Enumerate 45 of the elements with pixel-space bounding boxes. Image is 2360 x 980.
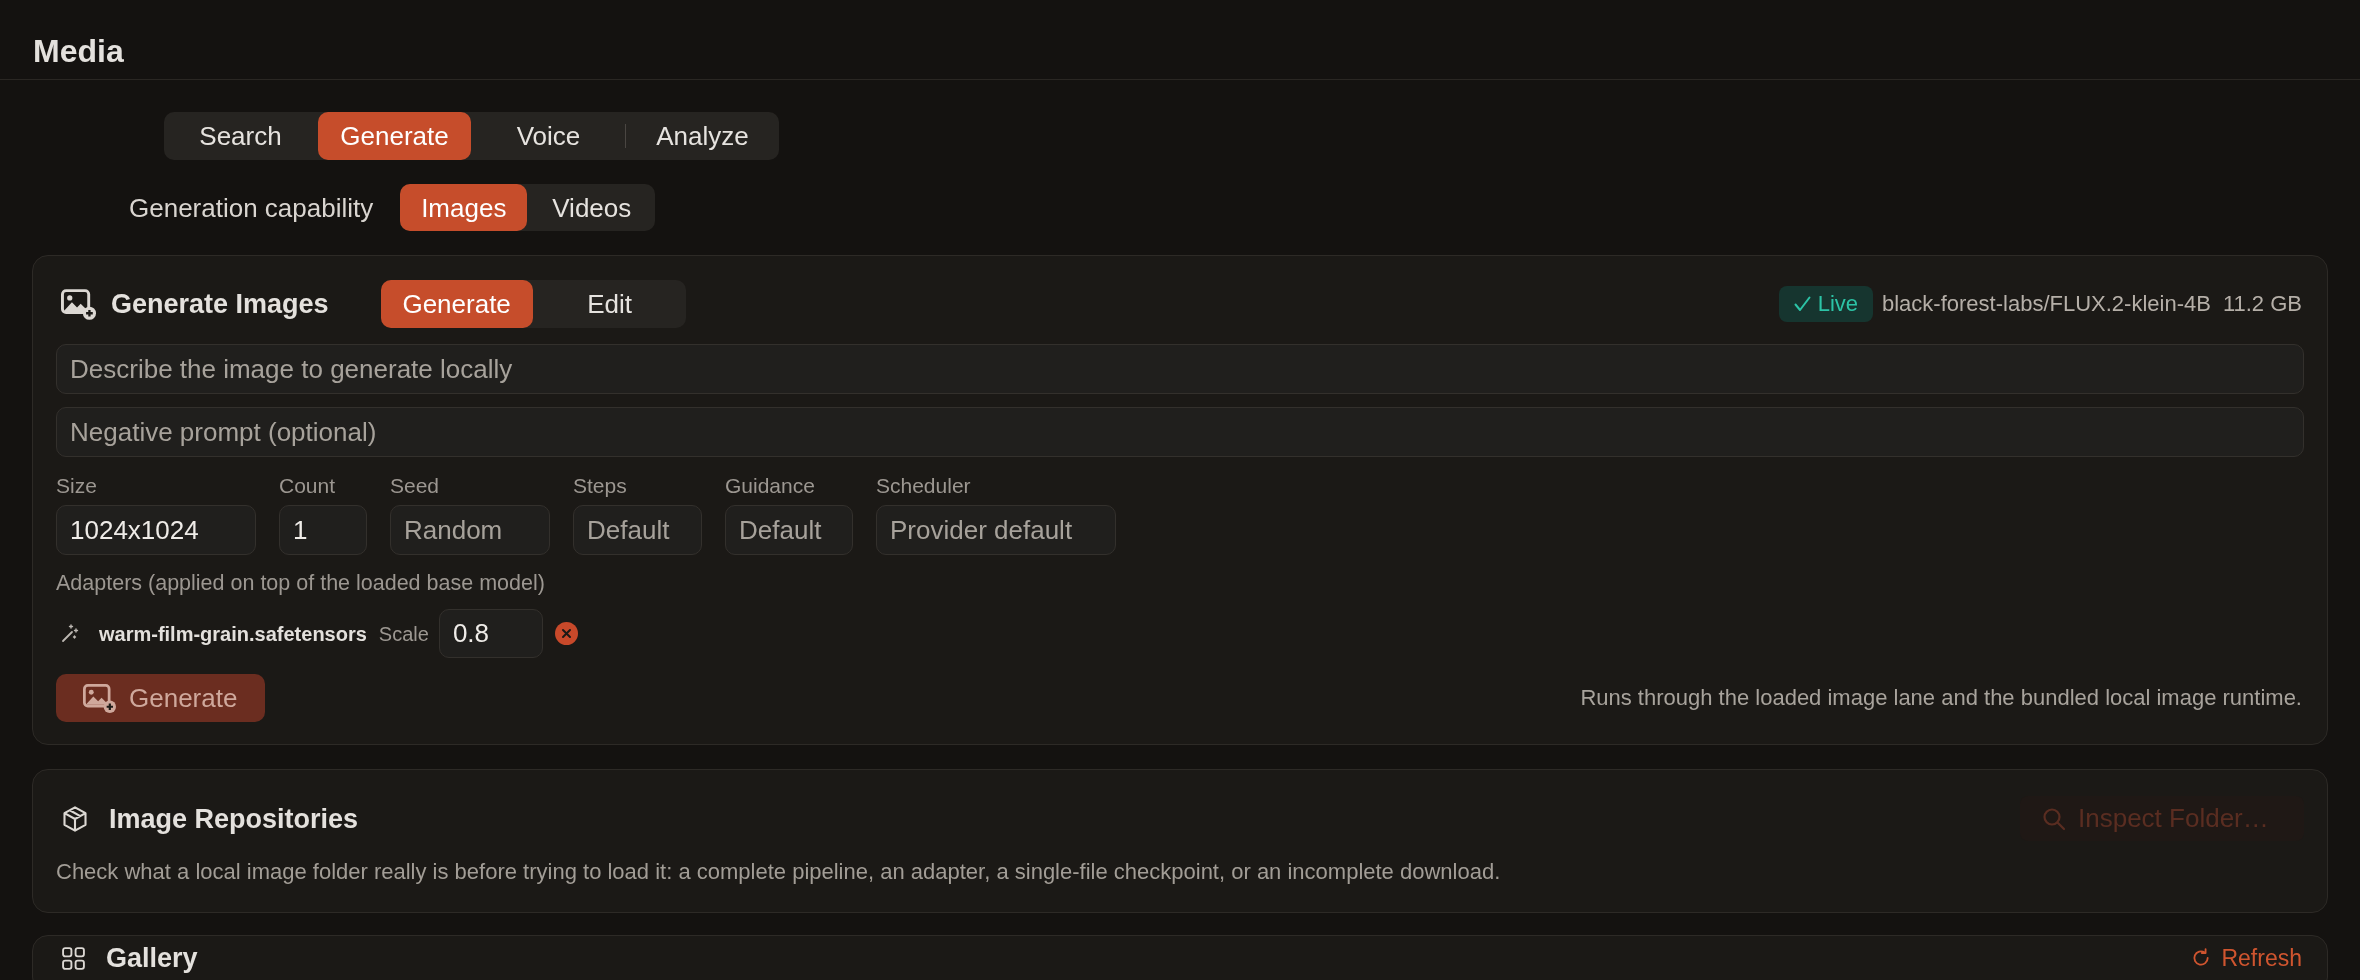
mode-tab[interactable]: Generate xyxy=(318,112,471,160)
mode-tab[interactable]: Analyze xyxy=(626,112,779,160)
model-name: black-forest-labs/FLUX.2-klein-4B xyxy=(1882,291,2211,317)
field-label: Count xyxy=(279,474,336,498)
capability-label: Generation capability xyxy=(129,192,374,223)
image-plus-icon xyxy=(61,288,96,320)
prompt-field[interactable]: Describe the image to generate locally xyxy=(56,344,2304,394)
search-icon xyxy=(2042,806,2066,831)
field-label: Guidance xyxy=(725,474,815,498)
mode-option[interactable]: Edit xyxy=(533,280,686,328)
capability-option[interactable]: Images xyxy=(400,184,528,231)
description-text: Check what a local image folder really is before trying to load it: a complete pipeline, an adapter, a single-file checkpoint, or an incomplete download. xyxy=(56,860,1501,884)
param-field[interactable]: Default xyxy=(573,505,702,555)
panel-title: Image Repositories xyxy=(109,802,359,835)
mode-tab[interactable]: Voice xyxy=(472,112,625,160)
mode-option[interactable]: Generate xyxy=(380,280,533,328)
page-title: Media xyxy=(33,33,124,69)
adapter-name: warm-film-grain.safetensors xyxy=(99,621,367,646)
field-label: Steps xyxy=(573,474,627,498)
status-label: Live xyxy=(1817,291,1858,317)
hint-text: Runs through the loaded image lane and the bundled local image runtime. xyxy=(1580,685,2302,711)
scale-label: Scale xyxy=(378,621,429,646)
image-plus-icon xyxy=(83,683,116,713)
remove-icon[interactable] xyxy=(554,622,578,645)
field-label: Scheduler xyxy=(876,474,971,498)
param-field[interactable]: Provider default xyxy=(876,505,1116,555)
cube-icon xyxy=(61,804,89,833)
param-field[interactable]: 1 xyxy=(279,505,367,555)
field-label: Seed xyxy=(390,474,440,498)
adapters-label: Adapters (applied on top of the loaded base model) xyxy=(56,571,545,595)
param-field[interactable]: Default xyxy=(725,505,853,555)
field-label: Size xyxy=(56,474,97,498)
refresh-button[interactable]: Refresh xyxy=(2191,944,2302,972)
param-field[interactable]: Random xyxy=(390,505,550,555)
param-field[interactable]: 1024x1024 xyxy=(56,505,256,555)
check-icon xyxy=(1793,296,1811,312)
scale-field[interactable]: 0.8 xyxy=(438,609,543,658)
capability-option[interactable]: Videos xyxy=(528,184,656,231)
panel-title: Generate Images xyxy=(111,288,329,320)
wand-icon xyxy=(59,623,79,644)
mode-tab[interactable]: Search xyxy=(164,112,317,160)
negative-prompt-field[interactable]: Negative prompt (optional) xyxy=(56,407,2304,457)
grid-icon xyxy=(61,945,86,971)
panel-title: Gallery xyxy=(106,944,198,972)
model-size: 11.2 GB xyxy=(2222,291,2302,317)
